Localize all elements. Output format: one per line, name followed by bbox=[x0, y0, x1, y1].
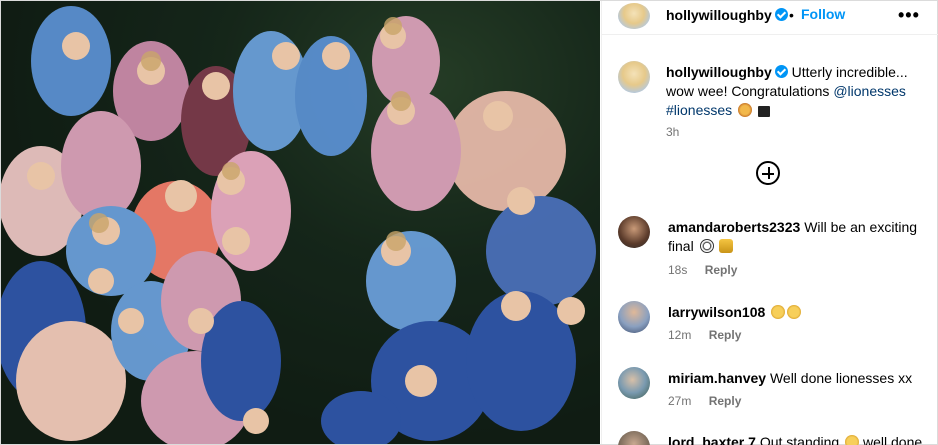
commenter-avatar[interactable] bbox=[618, 367, 650, 399]
caption-author-avatar[interactable] bbox=[618, 61, 650, 93]
clapping-hands-icon bbox=[845, 435, 860, 445]
soccer-ball-icon bbox=[699, 239, 714, 253]
commenter-username[interactable]: amandaroberts2323 bbox=[668, 219, 800, 235]
trophy-icon bbox=[719, 239, 734, 253]
flag-emoji-icon bbox=[757, 106, 770, 117]
caption-timestamp[interactable]: 3h bbox=[666, 125, 679, 139]
comment-body: miriam.hanvey Well done lionesses xx bbox=[668, 369, 930, 388]
follow-button[interactable]: Follow bbox=[801, 6, 845, 22]
reply-button[interactable]: Reply bbox=[709, 328, 742, 342]
celebration-photo-art bbox=[1, 1, 600, 444]
comment-text: Well done lionesses xx bbox=[769, 370, 913, 386]
commenter-avatar[interactable] bbox=[618, 216, 650, 248]
clapping-hands-icon bbox=[771, 305, 786, 319]
comment-body: amandaroberts2323 Will be an exciting fi… bbox=[668, 218, 930, 256]
comment-meta: 18s Reply bbox=[668, 263, 737, 277]
post-caption: hollywilloughby Utterly incredible... wo… bbox=[666, 63, 928, 120]
comment-body: larrywilson108 bbox=[668, 303, 930, 322]
verified-badge-icon bbox=[774, 65, 788, 78]
comment-trailing-text: well done bbox=[863, 434, 923, 445]
lion-emoji-icon bbox=[738, 103, 753, 117]
author-avatar[interactable] bbox=[618, 3, 650, 29]
comment-timestamp[interactable]: 12m bbox=[668, 328, 691, 342]
commenter-avatar[interactable] bbox=[618, 301, 650, 333]
add-comment-icon[interactable] bbox=[756, 161, 780, 185]
commenter-username[interactable]: larrywilson108 bbox=[668, 304, 765, 320]
comment-meta: 12m Reply bbox=[668, 328, 741, 342]
comment-body: lord_baxter 7 Out standing well done bbox=[668, 433, 930, 445]
reply-button[interactable]: Reply bbox=[709, 394, 742, 408]
reply-button[interactable]: Reply bbox=[705, 263, 738, 277]
post-header: hollywilloughby • Follow ••• bbox=[602, 1, 938, 35]
caption-hashtag-link[interactable]: #lionesses bbox=[666, 102, 732, 118]
clapping-hands-icon bbox=[787, 305, 802, 319]
commenter-avatar[interactable] bbox=[618, 431, 650, 445]
header-separator: • bbox=[789, 7, 794, 23]
more-options-icon[interactable]: ••• bbox=[898, 5, 920, 26]
comment-text: Out standing bbox=[759, 434, 840, 445]
commenter-username[interactable]: lord_baxter 7 bbox=[668, 434, 756, 445]
author-name-row: hollywilloughby bbox=[666, 7, 788, 25]
post-photo[interactable] bbox=[1, 1, 600, 444]
comment-timestamp[interactable]: 18s bbox=[668, 263, 687, 277]
comments-pane: hollywilloughby • Follow ••• hollywillou… bbox=[601, 1, 938, 445]
caption-mention-link[interactable]: @lionesses bbox=[833, 83, 906, 99]
author-username[interactable]: hollywilloughby bbox=[666, 7, 772, 23]
commenter-username[interactable]: miriam.hanvey bbox=[668, 370, 766, 386]
caption-author-username[interactable]: hollywilloughby bbox=[666, 64, 772, 80]
comment-meta: 27m Reply bbox=[668, 394, 741, 408]
comment-timestamp[interactable]: 27m bbox=[668, 394, 691, 408]
verified-badge-icon bbox=[774, 8, 788, 21]
